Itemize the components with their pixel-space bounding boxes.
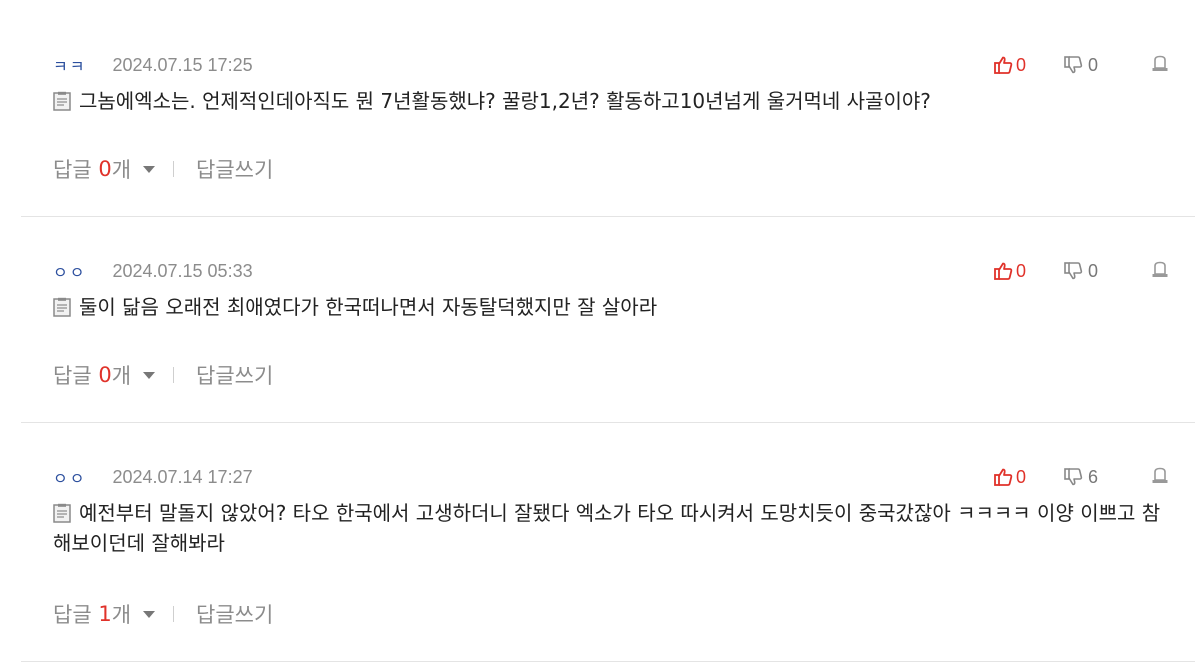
comment-body: 둘이 닮음 오래전 최애였다가 한국떠나면서 자동탈덕했지만 잘 살아라 <box>79 295 658 319</box>
vote-group: 0 0 <box>993 259 1098 283</box>
dislike-button[interactable]: 6 <box>1063 467 1098 488</box>
reply-bar: 답글 0개 답글쓰기 <box>53 155 273 183</box>
report-button[interactable] <box>1151 55 1169 77</box>
reply-bar: 답글 0개 답글쓰기 <box>53 361 273 389</box>
separator <box>173 367 175 383</box>
write-reply-link[interactable]: 답글쓰기 <box>196 599 273 629</box>
comment-author[interactable]: ㅇㅇ <box>53 465 86 489</box>
report-icon <box>1152 55 1168 71</box>
write-reply-link[interactable]: 답글쓰기 <box>196 360 273 390</box>
reply-unit: 개 <box>111 603 132 627</box>
like-button[interactable]: 0 <box>993 467 1026 488</box>
reply-label: 답글 <box>53 364 92 388</box>
reply-toggle[interactable]: 답글 0개 <box>53 360 173 390</box>
like-button[interactable]: 0 <box>993 55 1026 76</box>
reply-toggle[interactable]: 답글 0개 <box>53 154 173 184</box>
memo-icon <box>53 91 71 111</box>
comment-date: 2024.07.14 17:27 <box>112 466 253 487</box>
comment-text: 그놈에엑소는. 언제적인데아직도 뭔 7년활동했냐? 꿀랑1,2년? 활동하고1… <box>53 86 1173 116</box>
vote-group: 0 0 <box>993 53 1098 77</box>
caret-down-icon <box>143 165 156 173</box>
vote-group: 0 6 <box>993 465 1098 489</box>
report-icon <box>1152 467 1168 483</box>
comment-author[interactable]: ㅇㅇ <box>53 259 86 283</box>
comment-divider <box>21 661 1195 662</box>
thumbs-down-icon <box>1064 262 1083 280</box>
comment-meta: ㅇㅇ 2024.07.14 17:27 <box>53 465 253 489</box>
comment-author[interactable]: ㅋㅋ <box>53 53 86 77</box>
dislike-button[interactable]: 0 <box>1063 261 1098 282</box>
thumbs-down-icon <box>1064 468 1083 486</box>
reply-label: 답글 <box>53 603 92 627</box>
like-button[interactable]: 0 <box>993 261 1026 282</box>
reply-bar: 답글 1개 답글쓰기 <box>53 600 273 628</box>
thumbs-down-icon <box>1064 56 1083 74</box>
comment-divider <box>21 422 1195 423</box>
comment-meta: ㅇㅇ 2024.07.15 05:33 <box>53 259 253 283</box>
reply-toggle[interactable]: 답글 1개 <box>53 599 173 629</box>
memo-icon <box>53 503 71 523</box>
dislike-button[interactable]: 0 <box>1063 55 1098 76</box>
report-button[interactable] <box>1151 261 1169 283</box>
comment-body: 그놈에엑소는. 언제적인데아직도 뭔 7년활동했냐? 꿀랑1,2년? 활동하고1… <box>79 89 931 113</box>
comment-text: 예전부터 말돌지 않았어? 타오 한국에서 고생하더니 잘됐다 엑소가 타오 따… <box>53 498 1173 558</box>
thumbs-up-icon <box>994 262 1013 280</box>
like-count: 0 <box>1016 260 1027 281</box>
caret-down-icon <box>143 371 156 379</box>
reply-count: 0 <box>98 157 112 181</box>
like-count: 0 <box>1016 466 1027 487</box>
comment-divider <box>21 216 1195 217</box>
reply-count: 1 <box>98 602 112 626</box>
reply-unit: 개 <box>111 158 132 182</box>
thumbs-up-icon <box>994 468 1013 486</box>
write-reply-link[interactable]: 답글쓰기 <box>196 154 273 184</box>
report-icon <box>1152 261 1168 277</box>
caret-down-icon <box>143 610 156 618</box>
separator <box>173 606 175 622</box>
comment-meta: ㅋㅋ 2024.07.15 17:25 <box>53 53 253 77</box>
memo-icon <box>53 297 71 317</box>
like-count: 0 <box>1016 54 1027 75</box>
dislike-count: 6 <box>1088 466 1099 487</box>
reply-unit: 개 <box>111 364 132 388</box>
dislike-count: 0 <box>1088 260 1099 281</box>
thumbs-up-icon <box>994 56 1013 74</box>
reply-label: 답글 <box>53 158 92 182</box>
reply-count: 0 <box>98 363 112 387</box>
separator <box>173 161 175 177</box>
comment-date: 2024.07.15 17:25 <box>112 54 253 75</box>
comment-body: 예전부터 말돌지 않았어? 타오 한국에서 고생하더니 잘됐다 엑소가 타오 따… <box>53 501 1161 555</box>
comment-date: 2024.07.15 05:33 <box>112 260 253 281</box>
comment-text: 둘이 닮음 오래전 최애였다가 한국떠나면서 자동탈덕했지만 잘 살아라 <box>53 292 1173 322</box>
dislike-count: 0 <box>1088 54 1099 75</box>
report-button[interactable] <box>1151 467 1169 489</box>
